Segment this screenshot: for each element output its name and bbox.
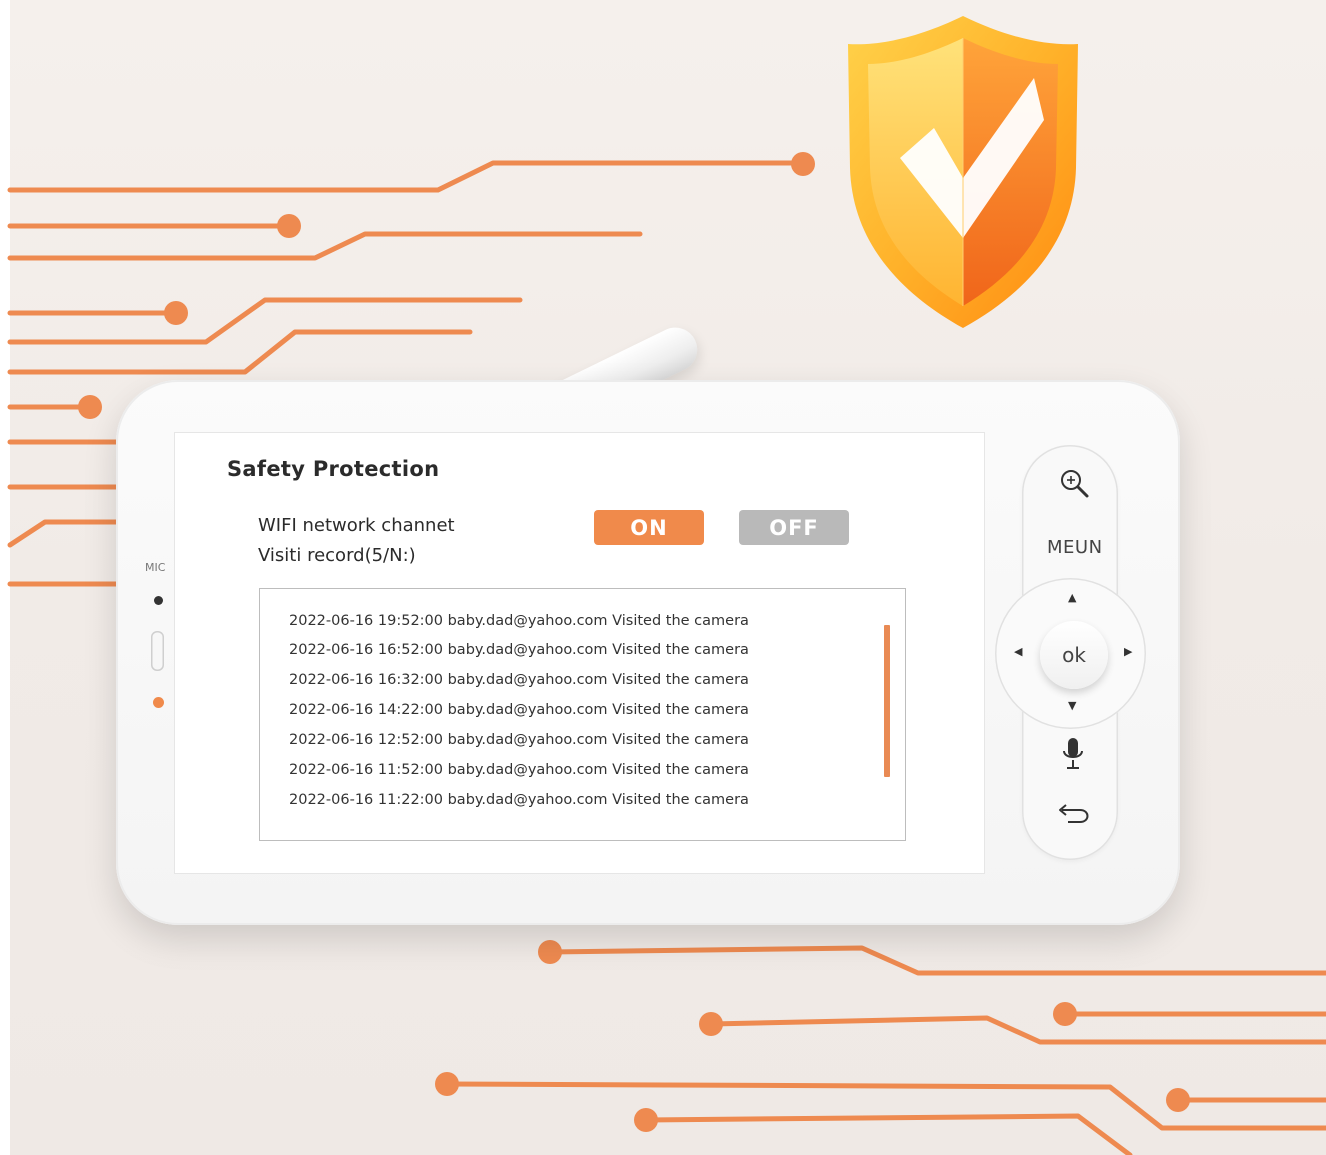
back-icon[interactable]: [1056, 802, 1092, 826]
arrow-right-icon[interactable]: ▶: [1124, 646, 1132, 657]
list-item: 2022-06-16 11:22:00 baby.dad@yahoo.com V…: [289, 792, 749, 808]
microphone-icon[interactable]: [1060, 736, 1086, 772]
list-item: 2022-06-16 12:52:00 baby.dad@yahoo.com V…: [289, 732, 749, 748]
wifi-channel-label: WIFI network channet: [258, 515, 455, 536]
zoom-in-icon[interactable]: [1056, 466, 1092, 500]
mic-hole: [154, 596, 163, 605]
arrow-up-icon[interactable]: ▲: [1068, 592, 1076, 603]
ok-button[interactable]: ok: [1040, 621, 1108, 689]
arrow-down-icon[interactable]: ▼: [1068, 700, 1076, 711]
on-button[interactable]: ON: [594, 510, 704, 545]
menu-button[interactable]: MEUN: [1047, 537, 1103, 558]
monitor-screen: Safety Protection WIFI network channet V…: [174, 432, 985, 874]
side-switch[interactable]: [151, 631, 164, 671]
mic-label: MIC: [145, 561, 166, 574]
visit-record-list: 2022-06-16 19:52:00 baby.dad@yahoo.com V…: [259, 588, 906, 841]
status-led: [153, 697, 164, 708]
list-item: 2022-06-16 14:22:00 baby.dad@yahoo.com V…: [289, 702, 749, 718]
list-item: 2022-06-16 16:52:00 baby.dad@yahoo.com V…: [289, 642, 749, 658]
list-item: 2022-06-16 16:32:00 baby.dad@yahoo.com V…: [289, 672, 749, 688]
shield-check-icon: [848, 16, 1078, 328]
arrow-left-icon[interactable]: ◀: [1014, 646, 1022, 657]
list-item: 2022-06-16 19:52:00 baby.dad@yahoo.com V…: [289, 613, 749, 629]
visit-record-label: Visiti record(5/N:): [258, 545, 416, 566]
off-button[interactable]: OFF: [739, 510, 849, 545]
scrollbar[interactable]: [884, 625, 890, 777]
list-item: 2022-06-16 11:52:00 baby.dad@yahoo.com V…: [289, 762, 749, 778]
page-title: Safety Protection: [227, 457, 440, 481]
